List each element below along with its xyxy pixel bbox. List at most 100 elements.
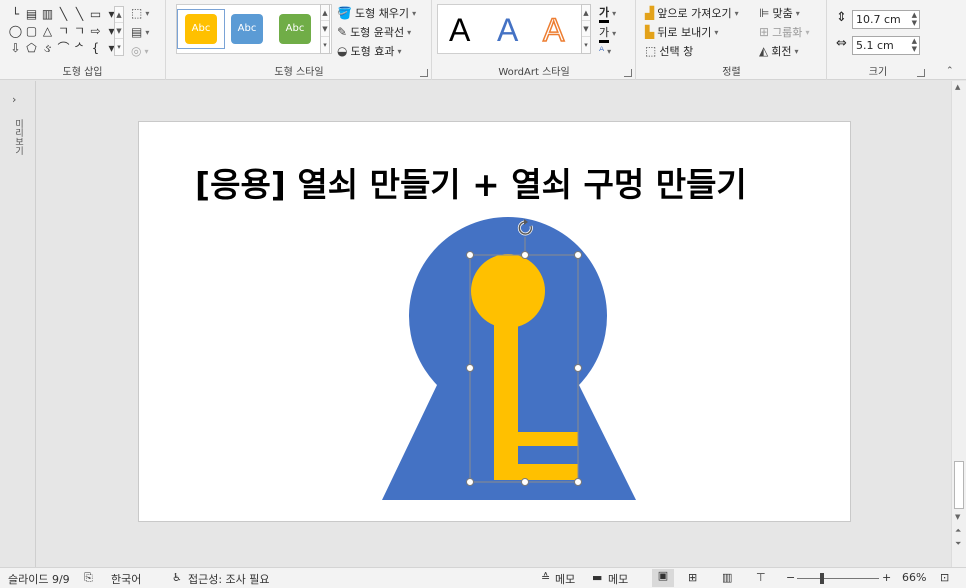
shape-option[interactable]: └: [8, 6, 23, 22]
gallery-more-icon[interactable]: ▾: [582, 37, 590, 53]
bring-forward-icon: ▟: [645, 6, 655, 20]
shape-option[interactable]: ㄱ: [56, 23, 71, 39]
collapse-ribbon-icon[interactable]: ⌃: [946, 66, 954, 76]
align-button[interactable]: ⊫ 맞춤 ▾: [759, 5, 800, 21]
text-fill-button[interactable]: 가 ▾: [599, 4, 616, 23]
spinner-icon[interactable]: ▲ ▼: [912, 37, 917, 53]
shape-option[interactable]: ╲: [56, 6, 71, 22]
shape-option[interactable]: ⬠: [24, 40, 39, 56]
shape-option[interactable]: ㄱ: [72, 23, 87, 39]
bring-forward-label: 앞으로 가져오기: [657, 7, 732, 20]
insert-shapes-label: 도형 삽입: [62, 67, 103, 78]
normal-view-icon[interactable]: ▣: [652, 569, 674, 587]
zoom-slider-thumb[interactable]: [820, 573, 824, 584]
arrange-label: 정렬: [722, 67, 741, 78]
zoom-slider[interactable]: [797, 578, 879, 579]
zoom-in-icon[interactable]: +: [882, 571, 891, 584]
gallery-more-icon[interactable]: ▾: [115, 39, 123, 55]
zoom-out-icon[interactable]: −: [786, 571, 795, 584]
shape-option[interactable]: ⌒: [56, 40, 71, 56]
shape-option[interactable]: △: [40, 23, 55, 39]
selection-pane-label: 선택 창: [659, 45, 694, 58]
shape-option[interactable]: ▢: [24, 23, 39, 39]
rotate-button[interactable]: ◭ 회전 ▾: [759, 43, 799, 59]
edit-shape-button[interactable]: ⬚ ▾: [131, 6, 149, 20]
wordart-orange[interactable]: A: [542, 8, 565, 52]
width-icon: ⇔: [836, 36, 847, 51]
text-effects-icon: ᴬ: [599, 44, 605, 58]
rotate-icon: ◭: [759, 44, 769, 58]
scroll-up-icon[interactable]: ▲: [321, 5, 329, 21]
comments-icon[interactable]: ▬: [592, 571, 602, 584]
shape-option[interactable]: ◯: [8, 23, 23, 39]
thumbnail-pane-label[interactable]: 미리보기: [10, 119, 24, 155]
shape-option[interactable]: ᄼ: [72, 40, 87, 56]
scroll-up-arrow-icon[interactable]: ▲: [955, 83, 960, 91]
scroll-up-icon[interactable]: ▲: [582, 5, 590, 21]
edit-shape-icon: ⬚: [131, 6, 143, 20]
zoom-level[interactable]: 66%: [902, 571, 926, 584]
shape-fill-label: 도형 채우기: [354, 7, 410, 20]
text-effects-button[interactable]: ᴬ ▾: [599, 44, 611, 58]
accessibility-status[interactable]: 접근성: 조사 필요: [188, 571, 270, 587]
reading-view-icon[interactable]: ▥: [722, 571, 732, 584]
style-gallery-scroll[interactable]: ▲ ▼ ▾: [320, 4, 330, 54]
effects-icon: ◒: [337, 44, 348, 58]
shape-option[interactable]: ઙ: [40, 40, 55, 56]
pen-icon: ✎: [337, 25, 348, 39]
shape-styles-launcher-icon[interactable]: [420, 69, 428, 77]
shape-option[interactable]: ⇨: [88, 23, 103, 39]
notes-button[interactable]: 메모: [555, 571, 575, 587]
textbox-button[interactable]: ▤ ▾: [131, 25, 149, 39]
expand-pane-icon[interactable]: ›: [12, 93, 16, 106]
vertical-scrollbar[interactable]: ▲ ▼ ⏶ ⏷: [951, 81, 966, 567]
notes-icon[interactable]: ≙: [541, 571, 550, 584]
group-icon: ⊞: [759, 25, 770, 39]
shape-option[interactable]: {: [88, 40, 103, 56]
shape-option[interactable]: ▤: [24, 6, 39, 22]
scroll-up-icon[interactable]: ▲: [115, 7, 123, 23]
scroll-down-icon[interactable]: ▼: [321, 21, 329, 37]
shape-height-input[interactable]: 10.7 cm ▲ ▼: [852, 10, 920, 29]
wordart-blue[interactable]: A: [497, 8, 518, 52]
slide-title[interactable]: [응용] 열쇠 만들기 + 열쇠 구멍 만들기: [195, 158, 747, 206]
scroll-down-icon[interactable]: ▼: [582, 21, 590, 37]
next-slide-icon[interactable]: ⏷: [955, 539, 961, 549]
group-label: 그룹화: [772, 26, 803, 39]
text-outline-button[interactable]: 가 ▾: [599, 24, 616, 43]
size-launcher-icon[interactable]: [917, 69, 925, 77]
selection-pane-button[interactable]: ⬚ 선택 창: [645, 43, 693, 59]
scroll-thumb[interactable]: [954, 461, 964, 509]
language-indicator[interactable]: 한국어: [111, 571, 141, 587]
slideshow-icon[interactable]: ⊤: [756, 571, 766, 584]
shape-option[interactable]: ▭: [88, 6, 103, 22]
shape-option[interactable]: ⇩: [8, 40, 23, 56]
accessibility-icon[interactable]: ♿: [172, 571, 182, 584]
wordart-black[interactable]: A: [449, 8, 470, 52]
scroll-down-arrow-icon[interactable]: ▼: [955, 513, 960, 521]
shape-option[interactable]: ▥: [40, 6, 55, 22]
fit-to-window-icon[interactable]: ⊡: [940, 571, 949, 584]
size-label: 크기: [868, 67, 888, 78]
shape-gallery-scroll[interactable]: ▲ ▼ ▾: [114, 6, 124, 56]
spellcheck-icon[interactable]: ⎘: [84, 571, 93, 585]
shape-option[interactable]: ╲: [72, 6, 87, 22]
comments-button[interactable]: 메모: [608, 571, 628, 587]
style-tile-blue[interactable]: Abc: [223, 9, 271, 49]
shape-width-input[interactable]: 5.1 cm ▲ ▼: [852, 36, 920, 55]
spinner-icon[interactable]: ▲ ▼: [912, 11, 917, 27]
slide-sorter-icon[interactable]: ⊞: [688, 571, 697, 584]
shape-effects-button[interactable]: ◒ 도형 효과 ▾: [337, 43, 401, 59]
send-backward-button[interactable]: ▙ 뒤로 보내기 ▾: [645, 24, 718, 40]
bring-forward-button[interactable]: ▟ 앞으로 가져오기 ▾: [645, 5, 739, 21]
style-tile-orange[interactable]: Abc: [177, 9, 225, 49]
ribbon: └ ▤ ▥ ╲ ╲ ▭ ▾ ◯ ▢ △ ㄱㄱ ⇨ ▾ ⇩ ⬠ ઙ ⌒ ᄼ{▾ ▲ ▼ ▾ ⬚ ▾ ▤ ▾ ◎ ▾ 도형 …: [0, 0, 966, 80]
wordart-launcher-icon[interactable]: [624, 69, 632, 77]
style-tile-green[interactable]: Abc: [271, 9, 319, 49]
shape-fill-button[interactable]: 🪣 도형 채우기 ▾: [337, 5, 416, 21]
shape-outline-button[interactable]: ✎ 도형 윤곽선 ▾: [337, 24, 411, 40]
scroll-down-icon[interactable]: ▼: [115, 23, 123, 39]
previous-slide-icon[interactable]: ⏶: [955, 526, 961, 536]
wordart-gallery-scroll[interactable]: ▲ ▼ ▾: [581, 4, 591, 54]
gallery-more-icon[interactable]: ▾: [321, 37, 329, 53]
